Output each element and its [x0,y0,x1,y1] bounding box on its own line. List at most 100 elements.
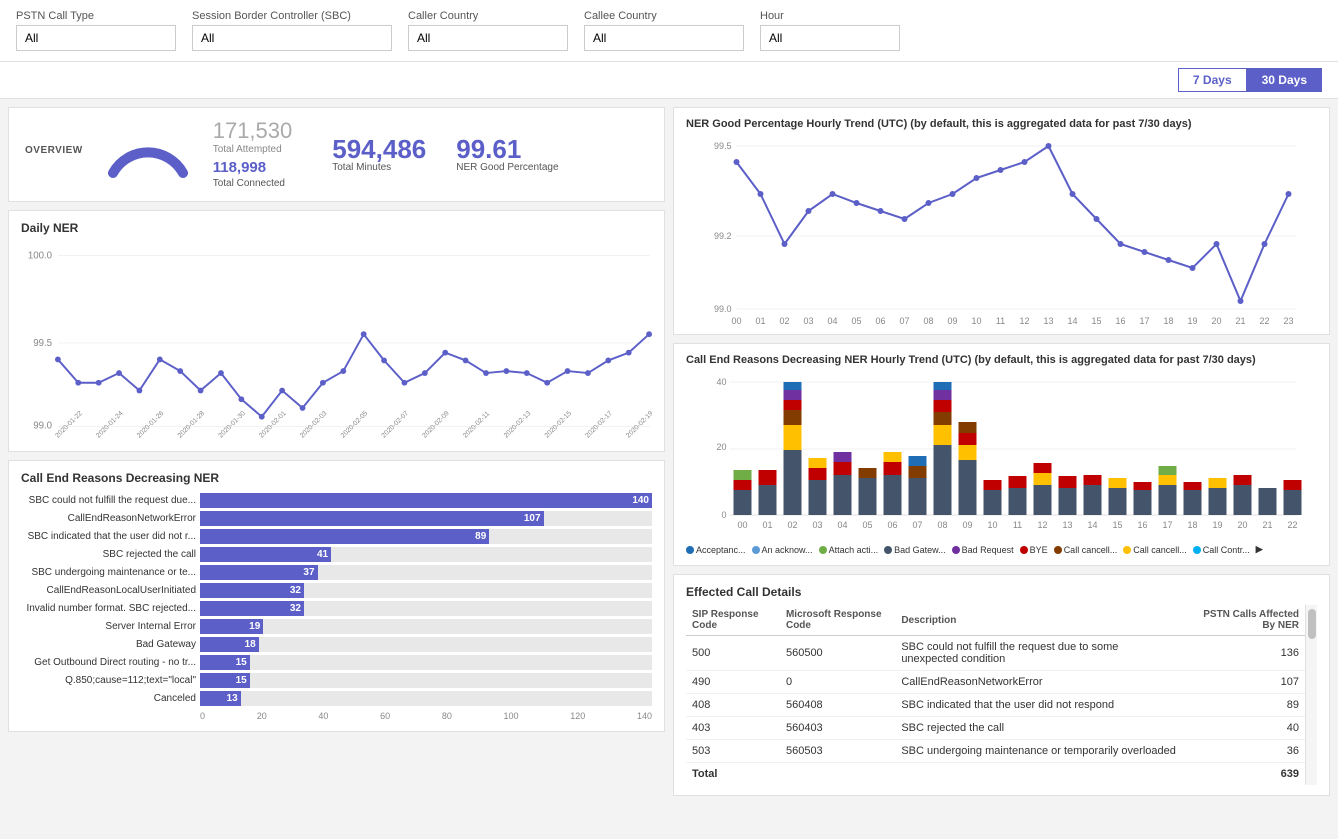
sip-code: 500 [686,636,780,671]
scroll-indicator[interactable] [1305,605,1317,785]
hbar-chart: SBC could not fulfill the request due...… [21,493,652,721]
desc: SBC could not fulfill the request due to… [895,636,1183,671]
hbar-row-3: SBC indicated that the user did not r...… [21,529,652,544]
hbar-row-4: SBC rejected the call 41 [21,547,652,562]
svg-text:2020-02-17: 2020-02-17 [584,410,614,440]
ms-code: 560503 [780,740,895,763]
ms-code: 560408 [780,694,895,717]
total-connected-label: Total Connected [213,178,293,189]
hbar-row-12: Canceled 13 [21,691,652,706]
col-sip: SIP Response Code [686,605,780,636]
desc: SBC indicated that the user did not resp… [895,694,1183,717]
svg-text:21: 21 [1262,520,1272,530]
svg-text:03: 03 [803,316,813,324]
30days-button[interactable]: 30 Days [1247,68,1322,92]
total-attempted-value: 171,530 [213,120,293,142]
svg-text:2020-02-19: 2020-02-19 [625,410,652,440]
call-end-reasons-hourly-title: Call End Reasons Decreasing NER Hourly T… [686,354,1317,366]
svg-text:22: 22 [1287,520,1297,530]
hbar-row-6: CallEndReasonLocalUserInitiated 32 [21,583,652,598]
ner-stat: 99.61 NER Good Percentage [456,136,558,173]
svg-text:99.0: 99.0 [33,420,52,431]
pstn-filter-group: PSTN Call Type All [16,10,176,51]
caller-filter-select[interactable]: All [408,25,568,51]
svg-text:2020-01-28: 2020-01-28 [177,410,207,440]
svg-text:17: 17 [1139,316,1149,324]
sbc-filter-select[interactable]: All [192,25,392,51]
table-row: 500 560500 SBC could not fulfill the req… [686,636,1317,671]
hbar-row-8: Server Internal Error 19 [21,619,652,634]
svg-text:19: 19 [1212,520,1222,530]
svg-text:11: 11 [996,316,1005,324]
ms-code: 560500 [780,636,895,671]
sip-code: 503 [686,740,780,763]
svg-text:99.0: 99.0 [714,304,732,314]
svg-text:02: 02 [787,520,797,530]
svg-text:2020-01-24: 2020-01-24 [95,410,125,440]
svg-text:15: 15 [1112,520,1122,530]
effected-call-details-panel: Effected Call Details SIP Response Code … [673,574,1330,796]
desc: SBC rejected the call [895,717,1183,740]
svg-text:99.5: 99.5 [33,338,52,349]
count: 107 [1183,671,1305,694]
count: 136 [1183,636,1305,671]
hbar-row-10: Get Outbound Direct routing - no tr... 1… [21,655,652,670]
svg-text:06: 06 [887,520,897,530]
svg-text:03: 03 [812,520,822,530]
table-row: 503 560503 SBC undergoing maintenance or… [686,740,1317,763]
count: 36 [1183,740,1305,763]
call-end-reasons-panel: Call End Reasons Decreasing NER SBC coul… [8,460,665,732]
svg-text:13: 13 [1062,520,1072,530]
svg-text:2020-02-13: 2020-02-13 [503,410,533,440]
ms-code: 560403 [780,717,895,740]
col-count: PSTN Calls Affected By NER [1183,605,1305,636]
effected-call-table: SIP Response Code Microsoft Response Cod… [686,605,1317,785]
stacked-bar-legend: Acceptanc... An acknow... Attach acti...… [686,544,1317,555]
svg-text:09: 09 [947,316,957,324]
call-end-reasons-hourly-panel: Call End Reasons Decreasing NER Hourly T… [673,343,1330,566]
callee-filter-select[interactable]: All [584,25,744,51]
total-label: Total [686,763,780,786]
table-row: 490 0 CallEndReasonNetworkError 107 [686,671,1317,694]
svg-text:22: 22 [1259,316,1269,324]
svg-text:05: 05 [862,520,872,530]
svg-text:17: 17 [1162,520,1172,530]
svg-text:00: 00 [731,316,741,324]
svg-text:2020-02-11: 2020-02-11 [462,410,491,439]
svg-text:09: 09 [962,520,972,530]
day-buttons-bar: 7 Days 30 Days [0,62,1338,99]
svg-text:13: 13 [1043,316,1053,324]
hbar-row-11: Q.850;cause=112;text="local" 15 [21,673,652,688]
hbar-row-7: Invalid number format. SBC rejected... 3… [21,601,652,616]
svg-text:07: 07 [912,520,922,530]
daily-ner-line [58,334,649,417]
svg-text:10: 10 [971,316,981,324]
7days-button[interactable]: 7 Days [1178,68,1247,92]
gauge-svg [103,123,193,183]
svg-text:16: 16 [1115,316,1125,324]
hour-filter-group: Hour All [760,10,900,51]
pstn-filter-select[interactable]: All [16,25,176,51]
legend-more-icon[interactable]: ▶ [1256,544,1263,555]
hour-filter-select[interactable]: All [760,25,900,51]
ner-value: 99.61 [456,136,558,162]
svg-text:14: 14 [1067,316,1077,324]
svg-text:2020-01-26: 2020-01-26 [136,410,166,440]
svg-text:2020-01-30: 2020-01-30 [217,410,247,440]
hbar-row-2: CallEndReasonNetworkError 107 [21,511,652,526]
ner-hourly-chart: 99.5 99.2 99.0 [686,134,1317,324]
stacked-bar-chart: 40 20 0 [686,370,1317,540]
callee-filter-group: Callee Country All [584,10,744,51]
col-desc: Description [895,605,1183,636]
ms-code: 0 [780,671,895,694]
svg-text:06: 06 [875,316,885,324]
desc: CallEndReasonNetworkError [895,671,1183,694]
ner-hourly-line [737,146,1289,301]
svg-text:20: 20 [1211,316,1221,324]
svg-text:00: 00 [737,520,747,530]
svg-text:0: 0 [721,510,726,520]
svg-text:2020-02-03: 2020-02-03 [299,410,329,440]
svg-text:16: 16 [1137,520,1147,530]
svg-text:2020-02-09: 2020-02-09 [421,410,451,440]
svg-text:12: 12 [1037,520,1047,530]
